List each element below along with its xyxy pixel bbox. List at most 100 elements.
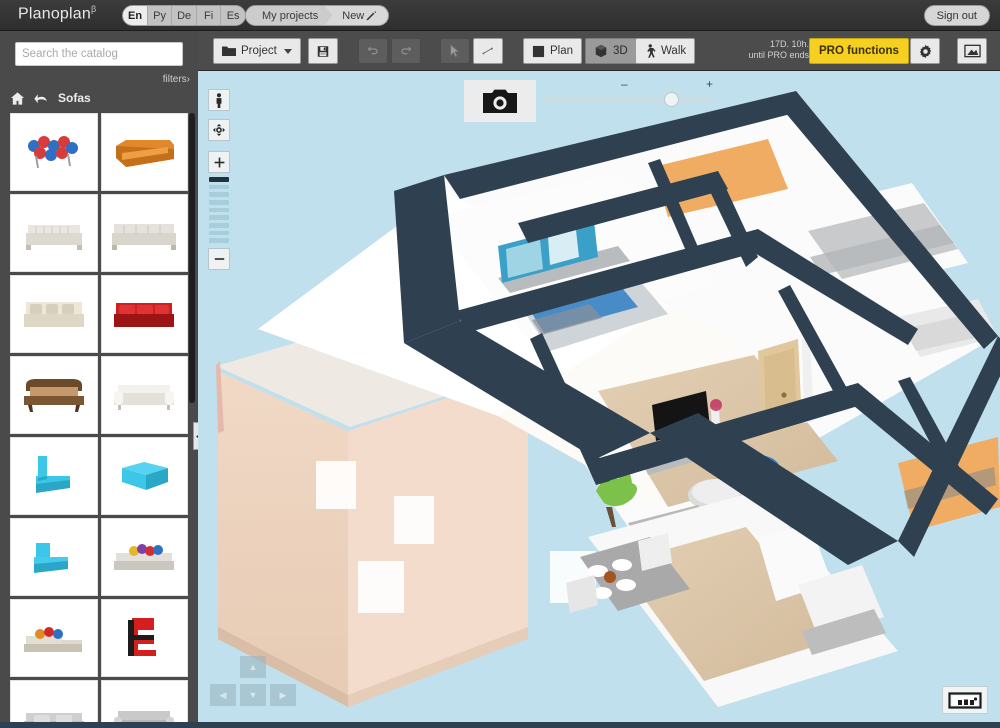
catalog-item-grey-sofa-bed[interactable]	[10, 680, 98, 728]
zoom-step-1[interactable]	[209, 177, 229, 182]
catalog-sidebar: filters› Sofas	[0, 31, 198, 728]
zoom-out-icon	[214, 258, 224, 260]
language-option-py[interactable]: Py	[148, 6, 173, 25]
zoom-slider-track[interactable]	[209, 177, 229, 244]
project-menu-label: Project	[241, 45, 277, 57]
camera-slider-plus-label[interactable]: +	[706, 77, 713, 91]
catalog-grid-wrapper[interactable]	[10, 113, 188, 728]
search-input[interactable]	[22, 48, 176, 60]
select-tool-button[interactable]	[440, 38, 470, 64]
catalog-item-white-modern-sofa[interactable]	[100, 356, 188, 434]
zoom-step-9[interactable]	[209, 238, 229, 244]
zoom-step-4[interactable]	[209, 200, 229, 205]
navigation-dpad: ▲ ◀ ▼ ▶	[210, 656, 296, 712]
project-menu-button[interactable]: Project	[213, 38, 301, 64]
zoom-out-button[interactable]	[208, 248, 230, 270]
catalog-item-orange-three-seat-sofa[interactable]	[100, 113, 188, 191]
language-option-es[interactable]: Es	[221, 6, 246, 25]
redo-arrow-icon	[401, 46, 412, 55]
app-logo[interactable]: Planoplanβ	[18, 4, 96, 23]
project-breadcrumb-pill: My projects New	[245, 5, 390, 26]
save-button[interactable]	[308, 38, 338, 64]
top-bar: Planoplanβ En Py De Fi Es My projects Ne…	[0, 0, 1000, 31]
walk-view-toggle[interactable]	[208, 89, 230, 111]
view-mode-walk-button[interactable]: Walk	[635, 38, 696, 64]
settings-button[interactable]	[910, 38, 940, 64]
search-box[interactable]	[15, 42, 183, 66]
language-option-en[interactable]: En	[123, 6, 149, 25]
zoom-in-icon	[214, 157, 224, 167]
folder-icon	[222, 46, 236, 56]
catalog-item-brown-classic-sofa[interactable]	[10, 356, 98, 434]
camera-snapshot-button[interactable]	[464, 80, 536, 122]
view-mode-plan-button[interactable]: Plan	[523, 38, 583, 64]
camera-angle-slider[interactable]: – +	[543, 77, 713, 113]
catalog-item-cyan-armchair[interactable]	[10, 518, 98, 596]
orbit-target-button[interactable]	[208, 119, 230, 141]
camera-slider-minus-label[interactable]: –	[621, 77, 628, 91]
back-arrow-icon[interactable]	[34, 91, 49, 106]
person-view-icon	[216, 92, 222, 108]
white-striped-long-sofa-icon	[112, 224, 177, 250]
zoom-step-5[interactable]	[209, 207, 229, 213]
beige-corner-sofa-pillows-icon	[23, 627, 82, 652]
zoom-step-7[interactable]	[209, 223, 229, 228]
catalog-item-cream-tufted-sofa[interactable]	[10, 275, 98, 353]
line-tool-button[interactable]	[473, 38, 503, 64]
zoom-step-3[interactable]	[209, 192, 229, 198]
redo-button[interactable]	[391, 38, 421, 64]
catalog-item-cyan-corner-sofa[interactable]	[10, 437, 98, 515]
3d-viewport[interactable]: – + ▲ ◀ ▼ ▶	[198, 71, 1000, 728]
cyan-ottoman-icon	[122, 462, 169, 490]
language-option-fi[interactable]: Fi	[197, 6, 222, 25]
project-name-text: New	[342, 9, 365, 22]
zoom-step-6[interactable]	[209, 215, 229, 221]
cyan-armchair-icon	[33, 543, 68, 573]
main-toolbar: Project Plan 3D Walk 17D. 10h. until PRO…	[198, 31, 1000, 71]
catalog-scrollbar[interactable]	[189, 113, 195, 403]
catalog-item-beige-corner-sofa-pillows[interactable]	[10, 599, 98, 677]
camera-slider-knob[interactable]	[664, 92, 679, 107]
catalog-item-cyan-ottoman[interactable]	[100, 437, 188, 515]
view-mode-3d-button[interactable]: 3D	[585, 38, 637, 64]
language-option-de[interactable]: De	[172, 6, 198, 25]
catalog-item-grey-two-seat-sofa[interactable]	[100, 680, 188, 728]
catalog-item-white-striped-long-sofa[interactable]	[100, 194, 188, 272]
panorama-button[interactable]	[942, 686, 988, 714]
pro-functions-button[interactable]: PRO functions	[809, 38, 909, 64]
brand-name: Planoplan	[18, 5, 91, 23]
home-icon[interactable]	[10, 91, 25, 106]
catalog-item-red-blue-modular-sofa[interactable]	[10, 113, 98, 191]
dpad-left-button[interactable]: ◀	[210, 684, 236, 706]
orbit-target-icon	[213, 124, 225, 136]
language-switcher[interactable]: En Py De Fi Es	[122, 5, 247, 26]
zoom-in-button[interactable]	[208, 151, 230, 173]
catalog-item-grey-sofa-with-pillows[interactable]	[100, 518, 188, 596]
sign-out-button[interactable]: Sign out	[923, 5, 990, 26]
dpad-right-button[interactable]: ▶	[270, 684, 296, 706]
panorama-icon	[948, 691, 982, 709]
my-projects-link[interactable]: My projects	[246, 5, 332, 26]
floppy-disk-icon	[317, 45, 329, 57]
filters-link[interactable]: filters›	[163, 74, 190, 85]
dpad-down-button[interactable]: ▼	[240, 684, 266, 706]
catalog-item-red-black-folding-sofa[interactable]	[100, 599, 188, 677]
line-tool-icon	[482, 47, 493, 55]
zoom-step-8[interactable]	[209, 230, 229, 236]
cream-tufted-sofa-icon	[23, 302, 84, 327]
current-project-name[interactable]: New	[332, 9, 384, 23]
catalog-item-red-leather-sofa[interactable]	[100, 275, 188, 353]
pencil-icon[interactable]	[364, 9, 378, 23]
undo-button[interactable]	[358, 38, 388, 64]
fullscreen-button[interactable]	[957, 38, 987, 64]
camera-slider-track[interactable]	[543, 98, 713, 101]
catalog-item-white-striped-sofa[interactable]	[10, 194, 98, 272]
dpad-up-button[interactable]: ▲	[240, 656, 266, 678]
view-mode-plan-label: Plan	[550, 45, 574, 57]
planoplan-app: Planoplanβ En Py De Fi Es My projects Ne…	[0, 0, 1000, 728]
zoom-step-2[interactable]	[209, 184, 229, 190]
view-mode-walk-label: Walk	[661, 45, 687, 57]
brand-beta: β	[90, 4, 97, 14]
red-black-folding-sofa-icon	[128, 618, 157, 656]
white-modern-sofa-icon	[114, 385, 175, 410]
